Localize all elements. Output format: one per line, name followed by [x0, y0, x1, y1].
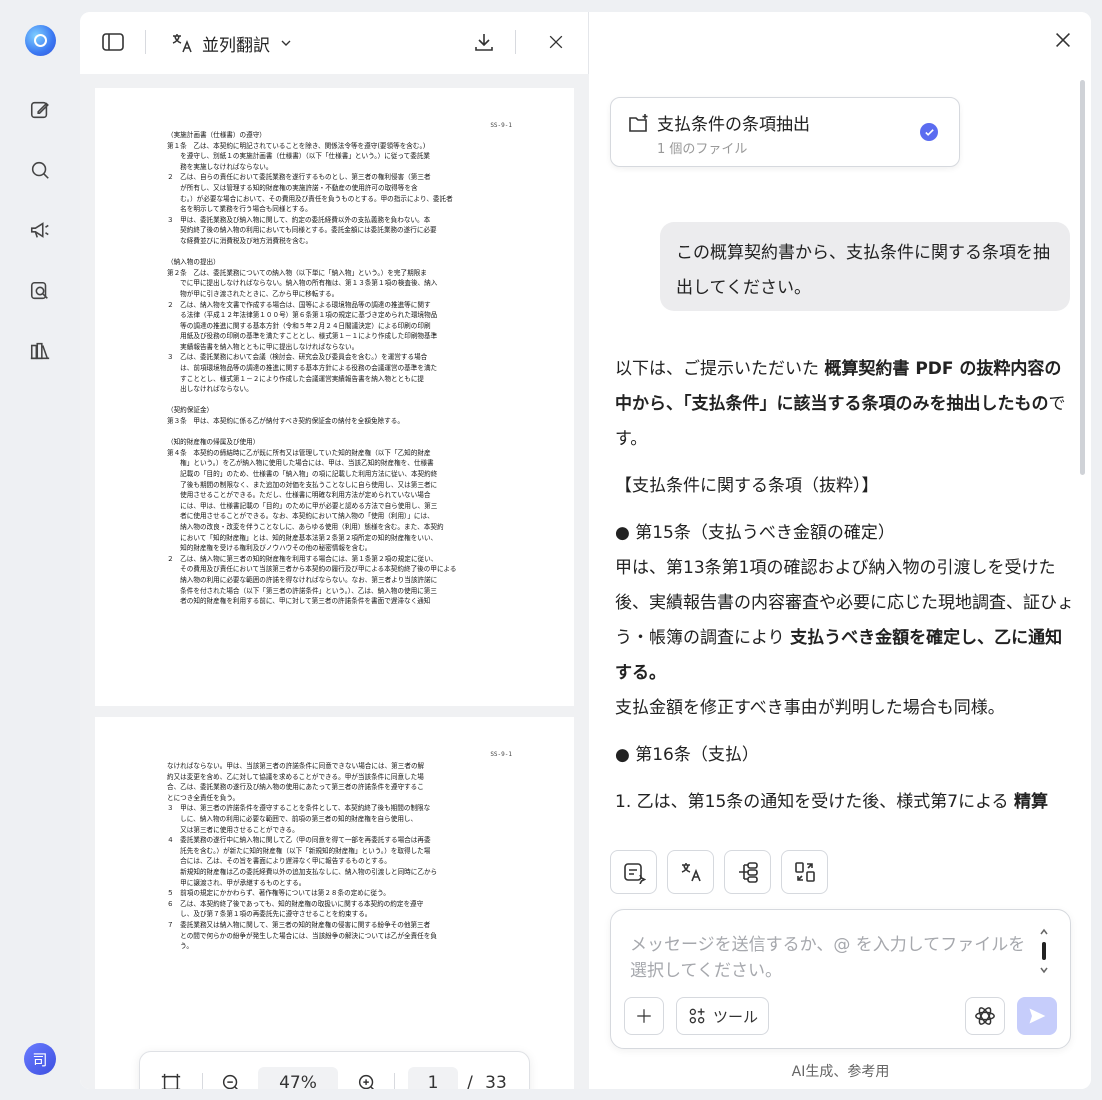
page-text: なければならない。甲は、当該第三者の許諾条件に同意できない場合には、第三者の解 …	[167, 762, 438, 951]
message-composer[interactable]: メッセージを送信するか、@ を入力してファイルを選択してください。 ツール	[610, 909, 1071, 1049]
pdf-zoom-toolbar: 47% 1 / 33	[139, 1051, 530, 1089]
apps-icon	[689, 1008, 705, 1024]
summarize-icon[interactable]	[610, 850, 657, 894]
pdf-page: SS-9-1 なければならない。甲は、当該第三者の許諾条件に同意できない場合には…	[95, 717, 574, 1089]
atom-icon	[975, 1007, 995, 1025]
task-title: 支払条件の条項抽出	[657, 115, 810, 135]
translate-mode-dropdown[interactable]: 並列翻訳	[170, 28, 294, 58]
close-chat-icon[interactable]	[1052, 29, 1074, 51]
close-pdf-icon[interactable]	[545, 31, 567, 53]
answer-heading: 【支払条件に関する条項（抜粋）】	[615, 476, 879, 496]
fit-page-icon[interactable]	[156, 1067, 186, 1089]
send-button[interactable]	[1017, 997, 1057, 1035]
scrollbar[interactable]	[1080, 80, 1085, 475]
user-message: この概算契約書から、支払条件に関する条項を抽出してください。	[660, 222, 1070, 311]
answer-text: 以下は、ご提示いただいた	[615, 359, 825, 379]
chevron-down-icon	[281, 40, 291, 46]
page-id-label: SS-9-1	[490, 751, 512, 758]
page-text: （実施計画書（仕様書）の遵守） 第１条 乙は、本契約に明記されていることを除き、…	[167, 131, 457, 606]
pdf-viewer[interactable]: SS-9-1 （実施計画書（仕様書）の遵守） 第１条 乙は、本契約に明記されてい…	[80, 74, 589, 1089]
download-icon[interactable]	[472, 30, 496, 54]
doc-search-icon[interactable]	[26, 277, 54, 305]
search-icon[interactable]	[26, 156, 54, 184]
ai-disclaimer: AI生成、参考用	[791, 1064, 890, 1080]
send-icon	[1029, 1008, 1046, 1024]
chat-pane: 支払条件の条項抽出 1 個のファイル この概算契約書から、支払条件に関する条項を…	[590, 12, 1091, 1089]
add-attachment-button[interactable]	[624, 997, 664, 1035]
assistant-answer: 以下は、ご提示いただいた 概算契約書 PDF の抜粋内容の中から、「支払条件」に…	[615, 352, 1077, 820]
clause-title: ● 第15条（支払うべき金額の確定）	[615, 523, 895, 543]
zoom-in-icon[interactable]	[352, 1067, 382, 1089]
app-logo-icon[interactable]	[25, 25, 56, 56]
answer-bold-text: 精算	[1013, 792, 1048, 812]
avatar[interactable]: 司	[24, 1043, 56, 1075]
message-input[interactable]: メッセージを送信するか、@ を入力してファイルを選択してください。	[630, 932, 1035, 984]
page-id-label: SS-9-1	[490, 122, 512, 129]
left-rail: 司	[0, 0, 80, 1100]
translate-mode-label: 並列翻訳	[202, 35, 270, 56]
sidebar-toggle-icon[interactable]	[101, 30, 125, 54]
tools-button[interactable]: ツール	[676, 997, 769, 1035]
translate-icon[interactable]	[667, 850, 714, 894]
tools-label: ツール	[712, 1007, 758, 1026]
compose-icon[interactable]	[26, 96, 54, 124]
mindmap-icon[interactable]	[724, 850, 771, 894]
divider	[202, 1073, 203, 1089]
main-window: 並列翻訳 SS-9-1 （実施計画書（仕様書）の遵守） 第１条 乙は、本契約に明…	[80, 12, 1091, 1089]
divider	[515, 30, 516, 54]
zoom-out-icon[interactable]	[216, 1067, 246, 1089]
model-selector-button[interactable]	[965, 997, 1005, 1035]
plus-icon	[637, 1009, 651, 1023]
pdf-pane: 並列翻訳 SS-9-1 （実施計画書（仕様書）の遵守） 第１条 乙は、本契約に明…	[80, 12, 589, 1089]
task-file-count: 1 個のファイル	[657, 142, 748, 157]
divider	[394, 1073, 395, 1089]
resize-handle-icon[interactable]	[1039, 926, 1049, 976]
answer-text: 1. 乙は、第15条の通知を受けた後、様式第7による	[615, 792, 1014, 812]
pdf-toolbar: 並列翻訳	[80, 12, 589, 74]
page-separator: /	[467, 1073, 473, 1089]
avatar-text: 司	[32, 1050, 48, 1069]
task-card[interactable]: 支払条件の条項抽出 1 個のファイル	[610, 97, 960, 167]
page-number-input[interactable]: 1	[408, 1067, 458, 1089]
convert-icon[interactable]	[781, 850, 828, 894]
books-icon[interactable]	[26, 337, 54, 365]
divider	[145, 30, 146, 54]
zoom-level[interactable]: 47%	[258, 1067, 338, 1089]
translate-icon	[172, 34, 192, 53]
megaphone-icon[interactable]	[26, 216, 54, 244]
check-icon	[920, 123, 938, 141]
answer-text: 支払金額を修正すべき事由が判明した場合も同様。	[615, 698, 1005, 718]
quick-tools	[610, 850, 828, 894]
page-total: 33	[485, 1073, 507, 1089]
folder-add-icon	[627, 112, 651, 140]
pdf-page: SS-9-1 （実施計画書（仕様書）の遵守） 第１条 乙は、本契約に明記されてい…	[95, 88, 574, 706]
clause-title: ● 第16条（支払）	[615, 745, 759, 765]
